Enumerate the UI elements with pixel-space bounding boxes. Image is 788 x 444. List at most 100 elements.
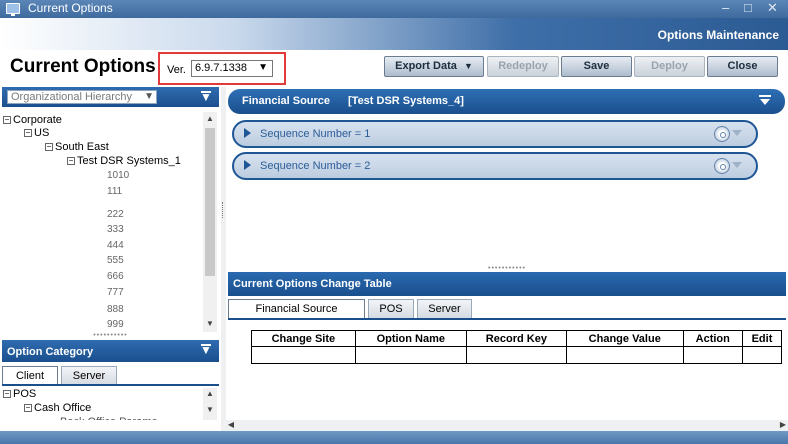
tab-divider [2, 384, 219, 386]
version-highlight: Ver. 6.9.7.1338 ▼ [158, 52, 286, 85]
financial-source-header[interactable]: Financial Source [Test DSR Systems_4] [228, 89, 785, 114]
col-change-site[interactable]: Change Site [251, 330, 356, 347]
col-action[interactable]: Action [682, 330, 743, 347]
close-button[interactable]: Close [707, 56, 778, 77]
expand-arrow-icon[interactable] [244, 128, 251, 138]
app-monitor-icon [6, 3, 20, 16]
tree-node-south-east[interactable]: − South East [45, 141, 109, 153]
tree-leaf[interactable]: 444 [107, 240, 124, 251]
tree-node-label: Test DSR Systems_1 [77, 155, 181, 167]
window-title: Current Options [28, 1, 113, 15]
option-category-title: Option Category [7, 346, 94, 358]
chevron-down-icon[interactable] [732, 130, 742, 136]
collapse-panel-icon[interactable]: ▼ [200, 91, 212, 103]
sequence-row[interactable]: Sequence Number = 1 [232, 120, 758, 148]
table-cell [565, 346, 684, 364]
version-label: Ver. [167, 64, 186, 76]
hierarchy-scrollbar[interactable]: ▲ ▼ [203, 112, 217, 332]
tree-toggle-icon[interactable]: − [45, 143, 53, 151]
table-cell [465, 346, 567, 364]
tree-leaf[interactable]: 999 [107, 319, 124, 330]
tree-leaf[interactable]: 1010 [107, 170, 129, 181]
disc-icon[interactable] [714, 158, 730, 174]
tree-leaf[interactable]: 777 [107, 287, 124, 298]
tree-node-pos[interactable]: − POS [3, 388, 36, 400]
tree-leaf[interactable]: 333 [107, 224, 124, 235]
tree-leaf[interactable]: 555 [107, 255, 124, 266]
tree-leaf[interactable]: 888 [107, 304, 124, 315]
sequence-row[interactable]: Sequence Number = 2 [232, 152, 758, 180]
sequence-label: Sequence Number = 1 [260, 128, 371, 140]
change-table-title: Current Options Change Table [233, 278, 392, 290]
table-row [251, 346, 783, 364]
scroll-up-icon[interactable]: ▲ [205, 389, 215, 399]
tab-server[interactable]: Server [417, 299, 472, 318]
tree-toggle-icon[interactable]: − [3, 390, 11, 398]
scroll-right-icon[interactable]: ▶ [778, 420, 788, 429]
financial-source-label: Financial Source [242, 95, 331, 107]
tree-node-label: South East [55, 141, 109, 153]
category-scrollbar[interactable]: ▲ ▼ [203, 388, 217, 420]
module-subtitle: Options Maintenance [657, 28, 779, 42]
tab-client[interactable]: Client [2, 366, 58, 385]
tree-leaf[interactable]: 111 [107, 186, 122, 197]
version-value: 6.9.7.1338 [195, 62, 247, 74]
col-edit[interactable]: Edit [741, 330, 783, 347]
tree-node-us[interactable]: − US [24, 127, 49, 139]
tree-toggle-icon[interactable]: − [3, 116, 11, 124]
tree-node-label: POS [13, 388, 37, 400]
version-select[interactable]: 6.9.7.1338 ▼ [191, 60, 273, 77]
table-cell [741, 346, 783, 364]
export-data-button[interactable]: Export Data ▼ [384, 56, 484, 77]
col-change-value[interactable]: Change Value [565, 330, 684, 347]
tab-financial-source[interactable]: Financial Source [228, 299, 365, 318]
scroll-thumb[interactable] [205, 128, 215, 276]
maximize-icon[interactable]: □ [744, 1, 752, 15]
chevron-down-icon[interactable] [732, 162, 742, 168]
tab-divider [228, 318, 786, 320]
save-button[interactable]: Save [561, 56, 632, 77]
tree-node-store[interactable]: − Test DSR Systems_1 [67, 155, 181, 167]
vertical-splitter[interactable] [221, 87, 226, 431]
tree-node-label: Corporate [13, 114, 62, 126]
scroll-up-icon[interactable]: ▲ [205, 114, 215, 124]
hierarchy-select[interactable]: Organizational Hierarchy ▼ [7, 90, 157, 104]
tree-node-cash-office[interactable]: − Cash Office [24, 402, 91, 414]
tree-toggle-icon[interactable]: − [24, 129, 32, 137]
dropdown-caret-icon: ▼ [258, 62, 268, 73]
splitter-grip-icon [222, 202, 224, 218]
tree-node-corporate[interactable]: − Corporate [3, 114, 62, 126]
dropdown-caret-icon: ▼ [463, 61, 473, 71]
col-record-key[interactable]: Record Key [465, 330, 567, 347]
col-option-name[interactable]: Option Name [354, 330, 467, 347]
dropdown-caret-icon: ▼ [144, 91, 154, 102]
tree-leaf[interactable]: 222 [107, 209, 124, 220]
scroll-left-icon[interactable]: ◀ [226, 420, 236, 429]
tree-toggle-icon[interactable]: − [67, 157, 75, 165]
tab-pos[interactable]: POS [368, 299, 414, 318]
title-bar: Current Options – □ ✕ [0, 0, 788, 18]
tree-node-partial[interactable]: Back Office Parame... [60, 416, 167, 420]
disc-icon[interactable] [714, 126, 730, 142]
horizontal-scrollbar[interactable]: ◀ ▶ [226, 420, 788, 431]
right-splitter[interactable]: ••••••••••• [226, 265, 788, 272]
scroll-down-icon[interactable]: ▼ [205, 405, 215, 415]
table-cell [354, 346, 467, 364]
option-category-header: Option Category ▼ [2, 340, 219, 362]
tree-toggle-icon[interactable]: − [24, 404, 32, 412]
scroll-down-icon[interactable]: ▼ [205, 319, 215, 329]
expand-arrow-icon[interactable] [244, 160, 251, 170]
redeploy-button[interactable]: Redeploy [487, 56, 559, 77]
minimize-icon[interactable]: – [722, 1, 729, 15]
close-window-icon[interactable]: ✕ [767, 1, 778, 15]
left-splitter[interactable]: •••••••••• [2, 332, 219, 339]
collapse-panel-icon[interactable] [759, 95, 771, 107]
status-bar [0, 431, 788, 444]
tab-server[interactable]: Server [61, 366, 117, 385]
collapse-panel-icon[interactable]: ▼ [200, 344, 212, 356]
tree-leaf[interactable]: 666 [107, 271, 124, 282]
export-data-label: Export Data [395, 60, 457, 72]
financial-system-label: [Test DSR Systems_4] [348, 95, 464, 107]
deploy-button[interactable]: Deploy [634, 56, 705, 77]
tree-node-label: US [34, 127, 50, 139]
